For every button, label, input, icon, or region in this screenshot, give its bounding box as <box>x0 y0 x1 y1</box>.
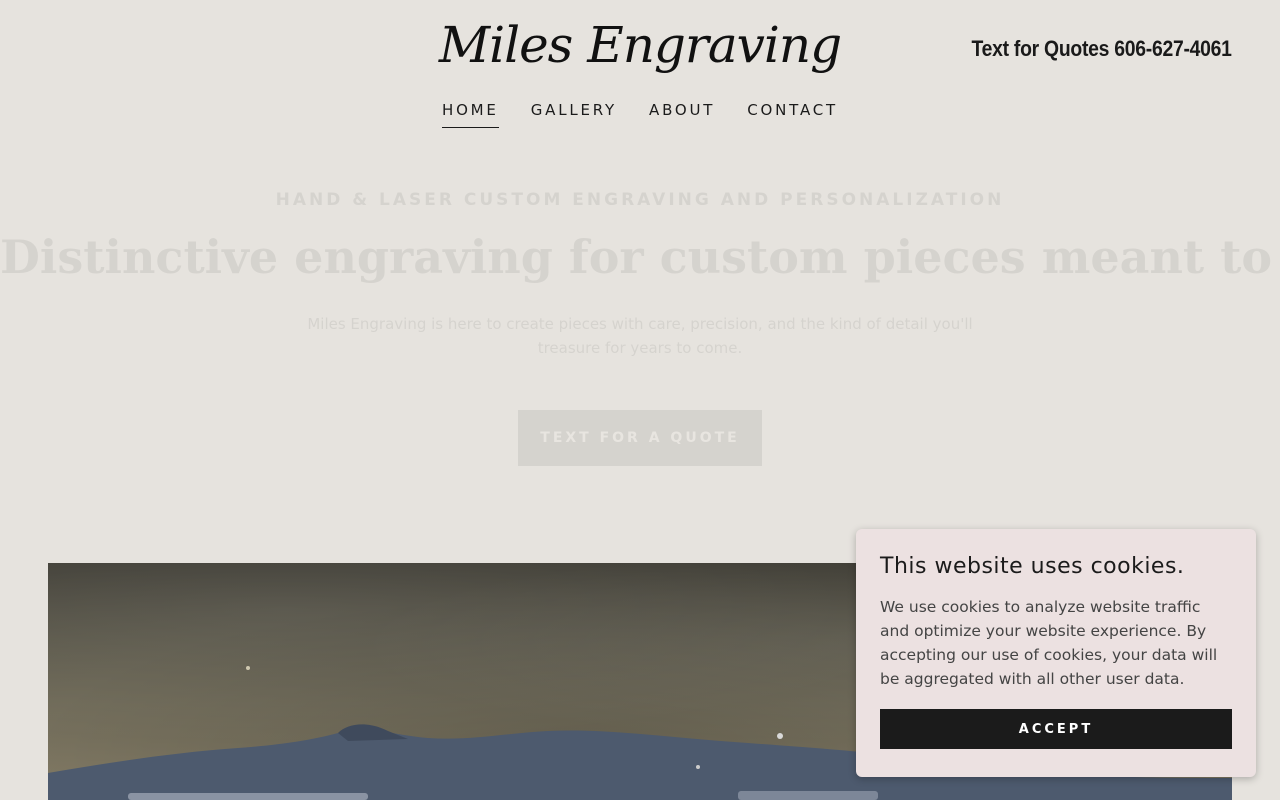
quote-phone-link[interactable]: Text for Quotes 606-627-4061 <box>972 36 1232 62</box>
site-header: Miles Engraving Text for Quotes 606-627-… <box>0 0 1280 150</box>
hero-title: Distinctive engraving for custom pieces … <box>0 230 1280 284</box>
accept-cookies-button[interactable]: ACCEPT <box>880 709 1232 749</box>
main-nav: HOME GALLERY ABOUT CONTACT <box>0 101 1280 128</box>
nav-item-contact[interactable]: CONTACT <box>747 101 838 128</box>
hero-section: HAND & LASER CUSTOM ENGRAVING AND PERSON… <box>0 190 1280 466</box>
quote-button[interactable]: TEXT FOR A QUOTE <box>518 410 762 466</box>
cookie-title: This website uses cookies. <box>880 554 1185 579</box>
hero-subtitle: Miles Engraving is here to create pieces… <box>307 315 973 357</box>
cookie-text: We use cookies to analyze website traffi… <box>880 598 1218 688</box>
cookie-banner: This website uses cookies. We use cookie… <box>856 529 1256 777</box>
nav-item-gallery[interactable]: GALLERY <box>531 101 617 128</box>
nav-item-home[interactable]: HOME <box>441 101 499 128</box>
hero-kicker: HAND & LASER CUSTOM ENGRAVING AND PERSON… <box>275 190 1005 210</box>
nav-item-about[interactable]: ABOUT <box>649 101 715 128</box>
